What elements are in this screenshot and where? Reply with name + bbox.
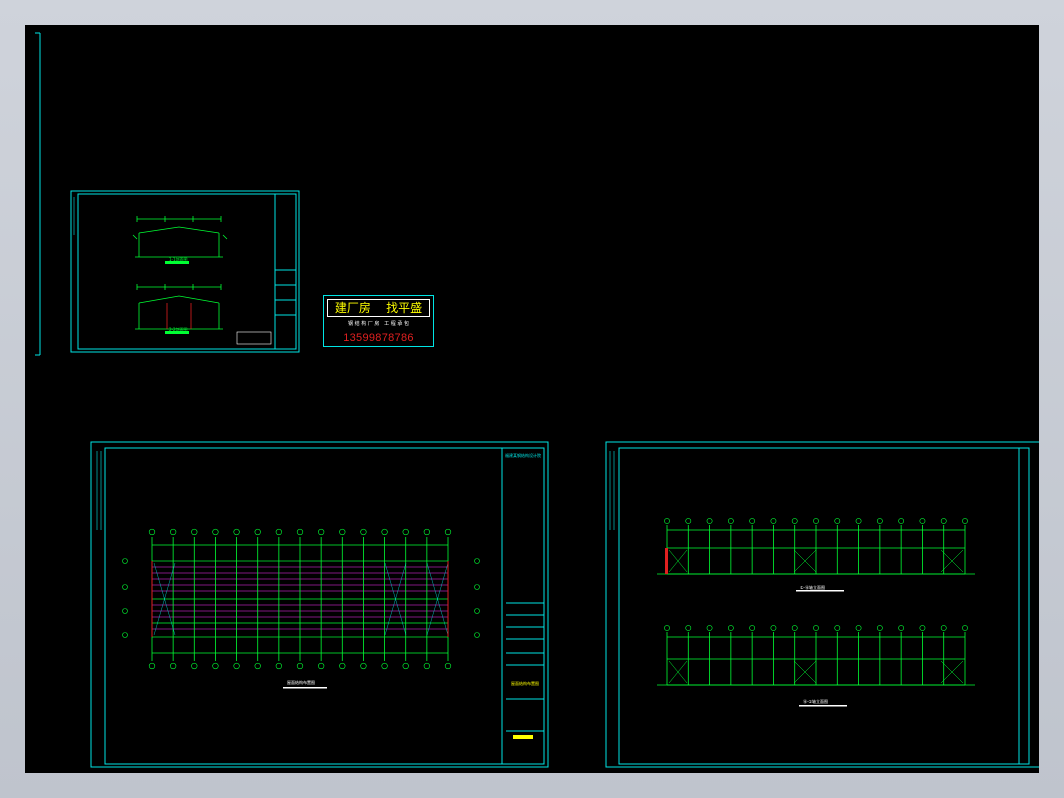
elevation-axis-bubble — [770, 518, 777, 524]
sheet-2-drawing-name: 屋面结构布置图 — [511, 681, 539, 686]
elevation-axis-bubble — [664, 625, 670, 631]
elevation-axis-bubble — [834, 518, 841, 524]
sheet-3-label-underline-bottom — [799, 705, 847, 707]
plan-axis-bubble — [254, 528, 261, 536]
stamp-title: 建厂房 找平盛 — [327, 299, 430, 317]
elevation-axis-bubble — [962, 625, 968, 631]
elevation-axis-bubble — [791, 518, 798, 524]
sheet-2-titleblock-header: 福建某钢结构设计院 — [505, 453, 541, 458]
elevation-axis-bubble — [898, 625, 905, 631]
plan-axis-bubble — [402, 662, 409, 670]
elevation-axis-bubble — [685, 518, 692, 524]
plan-axis-bubble — [423, 662, 430, 670]
plan-axis-bubble — [444, 528, 452, 536]
plan-axis-bubble — [191, 528, 198, 536]
elevation-axis-bubble — [685, 625, 692, 631]
elevation-axis-bubble — [876, 518, 883, 524]
stamp-subtitle: 钢 结 构 厂 房 工 程 承 包 — [348, 321, 409, 327]
plan-axis-bubble — [318, 528, 325, 536]
sheet-1-section-top — [132, 216, 228, 258]
plan-axis-bubble — [444, 662, 452, 670]
plan-axis-bubble — [254, 662, 261, 670]
plan-axis-bubble — [339, 662, 346, 670]
sheet-3-elevation-top-columns — [666, 525, 966, 574]
sheet-2-bubbles-bottom — [148, 662, 452, 670]
elevation-axis-bubble — [770, 625, 777, 631]
plan-axis-bubble — [318, 662, 325, 670]
plan-axis-bubble — [381, 528, 388, 536]
plan-axis-bubble — [296, 528, 304, 536]
cad-viewer-window: 1-1剖面图 2-2剖面图 屋面结构布置图 福建某钢结构设计院 屋面结构布置图 … — [0, 0, 1064, 798]
stamp-phone: 13599878786 — [343, 332, 414, 344]
plan-axis-bubble — [212, 528, 219, 536]
sheet-2-title-yellow — [513, 735, 533, 739]
elevation-axis-bubble — [727, 625, 734, 631]
plan-axis-bubble — [423, 528, 430, 536]
sheet-2-label-underline — [283, 687, 327, 689]
elevation-axis-bubble — [791, 625, 798, 631]
plan-axis-bubble — [275, 662, 282, 670]
plan-axis-bubble — [381, 662, 388, 670]
elevation-axis-bubble — [749, 518, 756, 524]
drawing-canvas[interactable]: 1-1剖面图 2-2剖面图 屋面结构布置图 福建某钢结构设计院 屋面结构布置图 … — [25, 25, 1039, 773]
contact-stamp: 建厂房 找平盛 钢 结 构 厂 房 工 程 承 包 13599878786 — [323, 295, 434, 347]
elevation-axis-bubble — [940, 625, 947, 631]
elevation-axis-bubble — [813, 625, 819, 631]
elevation-axis-bubble — [706, 625, 713, 631]
sheet-3-elevation-bottom-columns — [666, 632, 966, 685]
sheet-1-red-columns — [166, 303, 192, 329]
sheet-3-elevation-bottom-label: ⑯-①轴立面图 — [803, 699, 829, 704]
plan-axis-bubble — [170, 528, 177, 536]
elevation-axis-bubble — [876, 625, 883, 631]
sheet-2-bubbles-top — [148, 528, 452, 536]
sheet-2-side-bubbles — [122, 558, 480, 638]
plan-axis-bubble — [360, 662, 367, 670]
elevation-axis-bubble — [855, 625, 862, 631]
sheet-1-notes-table — [236, 331, 272, 345]
plan-axis-bubble — [233, 662, 240, 670]
elevation-axis-bubble — [727, 518, 734, 524]
elevation-axis-bubble — [919, 625, 926, 631]
plan-axis-bubble — [275, 528, 282, 536]
plan-axis-bubble — [233, 528, 240, 536]
elevation-axis-bubble — [919, 518, 926, 524]
plan-axis-bubble — [191, 662, 198, 670]
elevation-axis-bubble — [898, 518, 905, 524]
elevation-axis-bubble — [855, 518, 862, 524]
sheet-1-view-bottom-label: 2-2剖面图 — [169, 327, 188, 332]
sheet-2-left-strip — [96, 451, 102, 530]
sheet-3-door-marker — [665, 548, 668, 574]
plan-axis-bubble — [170, 662, 177, 670]
plan-axis-bubble — [339, 528, 346, 536]
sheet-1-section-bottom — [135, 284, 223, 330]
elevation-axis-bubble — [834, 625, 841, 631]
plan-axis-bubble — [148, 528, 156, 536]
sheet-3-left-strip — [609, 451, 615, 530]
elevation-axis-bubble — [749, 625, 756, 631]
elevation-axis-bubble — [813, 518, 819, 524]
sheet-2-frame — [90, 441, 549, 768]
plan-axis-bubble — [360, 528, 367, 536]
elevation-axis-bubble — [940, 518, 947, 524]
sheet-3-frame — [605, 441, 1039, 768]
sheet-2-plan-label: 屋面结构布置图 — [287, 680, 315, 685]
plan-axis-bubble — [402, 528, 409, 536]
elevation-axis-bubble — [706, 518, 713, 524]
plan-axis-bubble — [148, 662, 156, 670]
elevation-axis-bubble — [664, 518, 670, 524]
viewport-bracket — [35, 32, 41, 356]
drawing-layout — [35, 32, 1039, 768]
sheet-1-view-top-label: 1-1剖面图 — [169, 257, 188, 262]
sheet-3-elevation-top-label: ①-⑯轴立面图 — [800, 585, 826, 590]
plan-axis-bubble — [212, 662, 219, 670]
plan-axis-bubble — [296, 662, 304, 670]
elevation-axis-bubble — [962, 518, 968, 524]
